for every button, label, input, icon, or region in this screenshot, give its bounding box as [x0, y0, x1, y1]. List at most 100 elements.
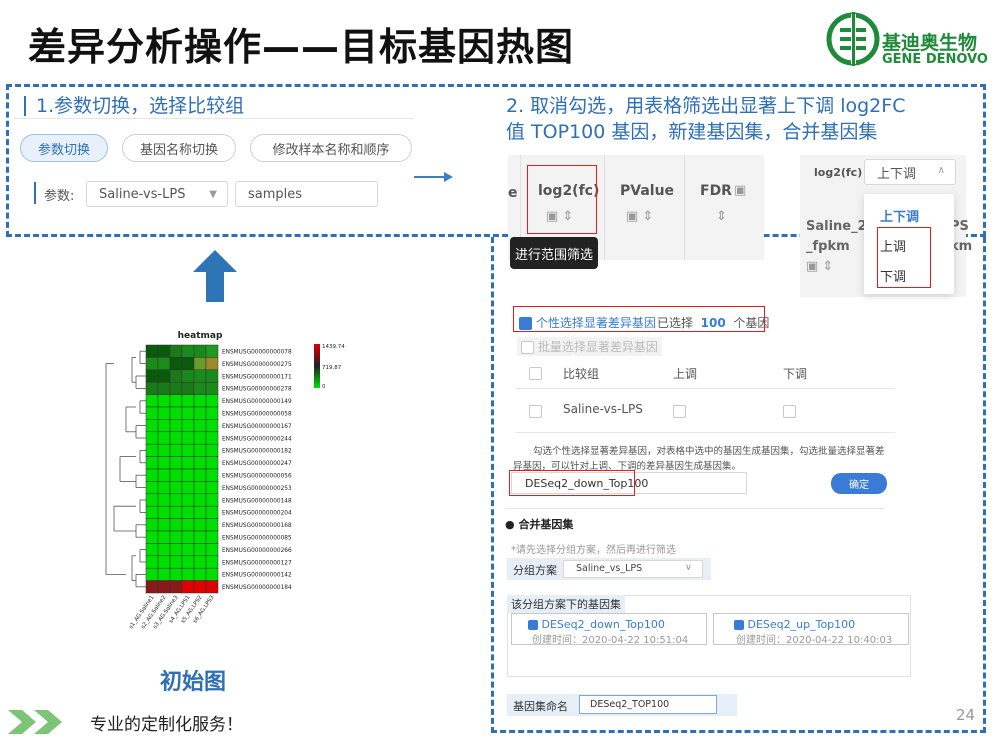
- group-select[interactable]: Saline_vs_LPS ∨: [563, 560, 703, 578]
- heatmap-cell: [181, 419, 195, 433]
- heatmap-cell: [181, 518, 195, 532]
- heatmap-cell: [145, 543, 159, 557]
- heatmap-cell: [205, 481, 219, 495]
- heatmap-cell: [181, 344, 195, 358]
- gene-label: ENSMUSG00000000127: [222, 560, 292, 566]
- edit-sample-button[interactable]: 修改样本名称和顺序: [250, 134, 412, 162]
- heatmap-cell: [205, 493, 219, 507]
- heatmap-cell: [181, 468, 195, 482]
- updown-select[interactable]: 上下调 ∧: [864, 159, 956, 185]
- heatmap-cell: [157, 406, 171, 420]
- gene-label: ENSMUSG00000000253: [222, 486, 292, 492]
- heatmap-cell: [193, 580, 207, 594]
- heatmap-cell: [193, 456, 207, 470]
- heatmap-cell: [169, 431, 183, 445]
- heatmap-cell: [169, 555, 183, 569]
- heatmap-cell: [157, 369, 171, 383]
- logo-mark-icon: [826, 12, 880, 66]
- logo-text-cn: 基迪奥生物: [882, 32, 978, 54]
- col-fdr[interactable]: FDR: [700, 183, 732, 199]
- heatmap-cell: [205, 518, 219, 532]
- heatmap-cell: [181, 406, 195, 420]
- gene-label: ENSMUSG00000000182: [222, 449, 292, 455]
- heatmap-title: heatmap: [178, 331, 223, 341]
- color-scale: [314, 344, 320, 388]
- highlight-individual: [513, 306, 765, 332]
- heatmap-cell: [205, 369, 219, 383]
- option-updown[interactable]: 上下调: [880, 206, 919, 225]
- heatmap-cell: [157, 357, 171, 371]
- heatmap-cell: [145, 344, 159, 358]
- heatmap-cell: [169, 394, 183, 408]
- heatmap: heatmap ENSMUSG00000000078ENSMUSG0000000…: [105, 331, 345, 630]
- heatmap-cell: [169, 344, 183, 358]
- heatmap-cell: [145, 505, 159, 519]
- gene-label: ENSMUSG00000000056: [222, 474, 292, 480]
- chevrons-icon: [8, 710, 62, 734]
- highlight-log2fc: [527, 165, 597, 234]
- gene-label: ENSMUSG00000000171: [222, 374, 292, 380]
- heatmap-cell: [157, 543, 171, 557]
- merge-title: ● 合并基因集: [505, 518, 574, 531]
- geneset-panel: 个性选择显著差异基因 已选择 100 个基因 批量选择显著差异基因 比较组 上调…: [505, 300, 925, 720]
- gene-label: ENSMUSG00000000167: [222, 424, 292, 430]
- heatmap-cell: [169, 493, 183, 507]
- heatmap-cell: [193, 443, 207, 457]
- heatmap-cell: [145, 431, 159, 445]
- heatmap-cell: [169, 505, 183, 519]
- heatmap-cell: [205, 419, 219, 433]
- heatmap-cell: [181, 394, 195, 408]
- geneset-card-2[interactable]: DESeq2_up_Top100 创建时间：2020-04-22 10:40:0…: [713, 613, 909, 646]
- chevron-down-icon: ∨: [685, 562, 692, 573]
- step2-line2: 值 TOP100 基因，新建基因集，合并基因集: [506, 121, 878, 143]
- param-label: 参数:: [44, 189, 75, 204]
- slide-title: 差异分析操作——目标基因热图: [28, 25, 575, 69]
- heatmap-cell: [157, 505, 171, 519]
- heatmap-cell: [181, 493, 195, 507]
- heatmap-cell: [205, 381, 219, 395]
- arrow-up-icon: [193, 250, 237, 302]
- heatmap-cell: [205, 443, 219, 457]
- heatmap-cell: [205, 344, 219, 358]
- heatmap-cell: [193, 481, 207, 495]
- heatmap-cell: [193, 555, 207, 569]
- heatmap-cell: [169, 443, 183, 457]
- heatmap-cell: [169, 357, 183, 371]
- gene-label: ENSMUSG00000000142: [222, 573, 292, 579]
- geneset-name-field[interactable]: DESeq2_TOP100: [579, 695, 717, 714]
- heatmap-cell: [181, 431, 195, 445]
- sample-labels: s1_AG.Saline1s2_AG.Saline2s3_AG.Saline3s…: [128, 594, 216, 630]
- heatmap-cell: [157, 344, 171, 358]
- comparison-select[interactable]: Saline-vs-LPS ▼: [86, 181, 228, 207]
- param-switch-button[interactable]: 参数切换: [20, 134, 108, 162]
- heatmap-cell: [181, 543, 195, 557]
- samples-select[interactable]: samples: [235, 181, 378, 207]
- heatmap-cell: [181, 505, 195, 519]
- svg-text:719.87: 719.87: [322, 365, 342, 371]
- heatmap-cell: [145, 406, 159, 420]
- heatmap-cell: [205, 580, 219, 594]
- filter-icon[interactable]: ▣ ⇕: [626, 209, 653, 224]
- heatmap-cell: [181, 580, 195, 594]
- geneset-card-1[interactable]: DESeq2_down_Top100 创建时间：2020-04-22 10:51…: [511, 613, 707, 646]
- checkbox-down[interactable]: [783, 405, 796, 418]
- heatmap-cell: [205, 431, 219, 445]
- svg-text:0: 0: [322, 384, 326, 390]
- checkbox-batch[interactable]: [521, 341, 534, 354]
- heatmap-cell: [193, 394, 207, 408]
- checkbox-up[interactable]: [673, 405, 686, 418]
- heatmap-cell: [193, 406, 207, 420]
- gene-label: ENSMUSG00000000148: [222, 498, 292, 504]
- chevron-up-icon: ∧: [937, 165, 945, 176]
- heatmap-cell: [157, 443, 171, 457]
- confirm-button[interactable]: 确定: [831, 473, 887, 494]
- sort-icon[interactable]: ⇕: [716, 209, 727, 224]
- col-pvalue[interactable]: PValue: [620, 183, 674, 199]
- arrow-right-icon: [414, 172, 453, 182]
- heatmap-cell: [145, 456, 159, 470]
- gene-name-switch-button[interactable]: 基因名称切换: [122, 134, 236, 162]
- heatmap-cell: [157, 394, 171, 408]
- heatmap-cell: [181, 369, 195, 383]
- heatmap-cell: [157, 567, 171, 581]
- heatmap-cell: [193, 369, 207, 383]
